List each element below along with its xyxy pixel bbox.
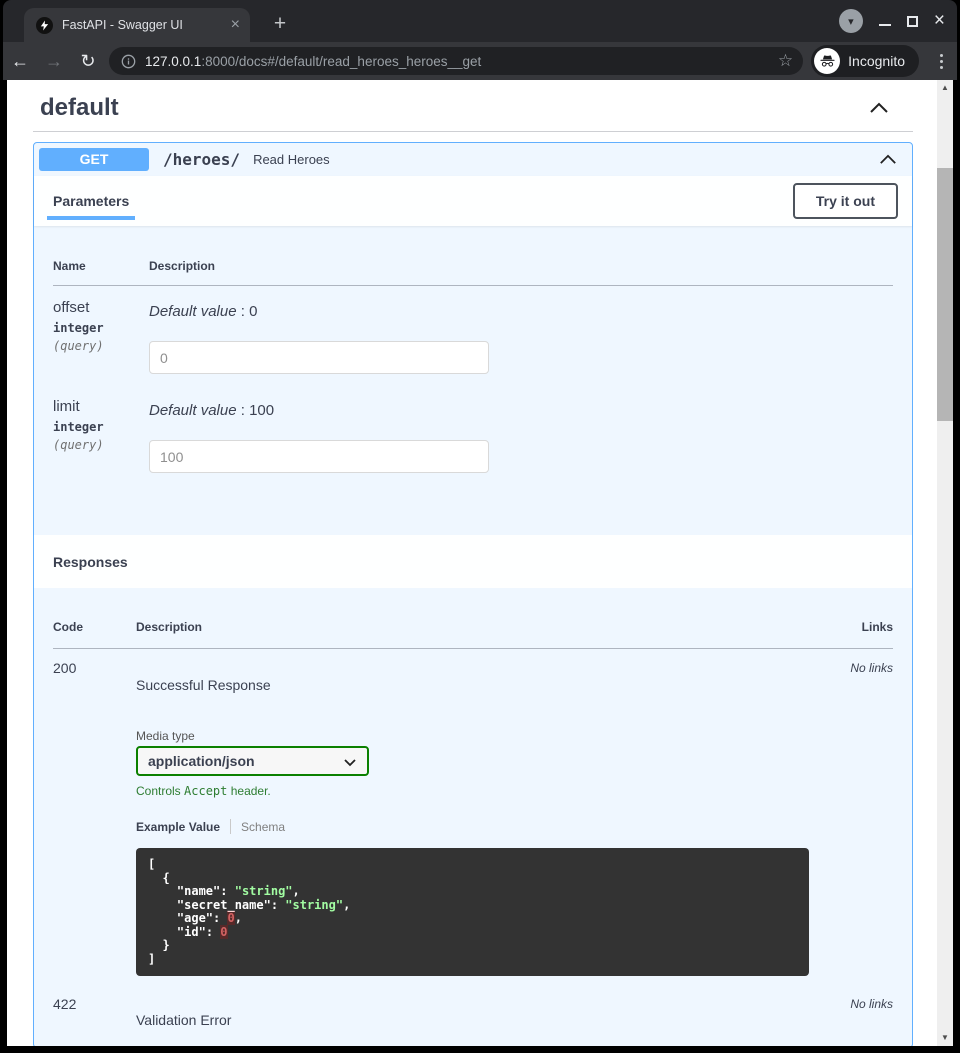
- site-info-icon[interactable]: [121, 54, 136, 69]
- param-location: (query): [53, 438, 149, 452]
- param-default: Default value : 0: [149, 303, 893, 320]
- url-host: 127.0.0.1: [145, 54, 201, 69]
- window-close-icon[interactable]: ×: [934, 12, 945, 30]
- page-viewport: ▲ ▼ default GET /heroes/ Read Heroes: [7, 80, 953, 1046]
- responses-table-area: Code Description Links 200 Successful Re…: [34, 588, 912, 1028]
- scrollbar-up-icon[interactable]: ▲: [937, 80, 953, 96]
- browser-menu-icon[interactable]: [929, 54, 953, 69]
- column-header-description: Description: [136, 620, 837, 649]
- tag-section-header[interactable]: default: [33, 80, 913, 132]
- tab-strip: FastAPI - Swagger UI × + ▾ ×: [3, 0, 957, 42]
- operation-summary[interactable]: GET /heroes/ Read Heroes: [34, 143, 912, 176]
- param-default: Default value : 100: [149, 402, 893, 419]
- http-method-badge: GET: [39, 148, 149, 171]
- tag-title: default: [40, 94, 119, 122]
- response-links: No links: [837, 649, 893, 977]
- response-code: 200: [53, 649, 136, 977]
- param-name: limit: [53, 398, 149, 415]
- column-header-code: Code: [53, 620, 136, 649]
- responses-header: Responses: [34, 535, 912, 588]
- response-links: No links: [837, 976, 893, 1028]
- endpoint-summary: Read Heroes: [253, 152, 330, 167]
- vertical-scrollbar[interactable]: ▲ ▼: [937, 80, 953, 1046]
- bookmark-star-icon[interactable]: ☆: [778, 51, 793, 71]
- browser-toolbar: ← → ↻ 127.0.0.1:8000/docs#/default/read_…: [3, 42, 957, 80]
- param-type: integer: [53, 420, 149, 434]
- response-row-422: 422 Validation Error No links: [53, 976, 893, 1028]
- browser-tab[interactable]: FastAPI - Swagger UI ×: [24, 8, 250, 42]
- fastapi-favicon-icon: [36, 17, 53, 34]
- operation-block: GET /heroes/ Read Heroes Parameters Try …: [33, 142, 913, 1046]
- incognito-icon: [814, 48, 840, 74]
- endpoint-path: /heroes/: [163, 150, 240, 169]
- try-it-out-button[interactable]: Try it out: [793, 183, 898, 219]
- example-code-block: [ { "name": "string", "secret_name": "st…: [136, 848, 809, 976]
- browser-window: FastAPI - Swagger UI × + ▾ × ← → ↻ 127.0…: [0, 0, 960, 1053]
- param-location: (query): [53, 339, 149, 353]
- media-type-hint: Controls Accept header.: [136, 784, 837, 798]
- chrome-caret-button[interactable]: ▾: [839, 9, 863, 33]
- response-description: Successful Response: [136, 649, 837, 693]
- responses-title: Responses: [53, 554, 128, 570]
- tab-schema[interactable]: Schema: [241, 820, 285, 834]
- collapse-operation-icon[interactable]: [879, 154, 897, 165]
- new-tab-button[interactable]: +: [266, 11, 294, 39]
- forward-icon[interactable]: →: [37, 51, 71, 72]
- parameters-header: Parameters Try it out: [34, 176, 912, 226]
- back-icon[interactable]: ←: [3, 51, 37, 72]
- maximize-icon[interactable]: [907, 16, 918, 27]
- parameter-row-limit: limit integer (query) Default value : 10…: [53, 374, 893, 473]
- tab-parameters: Parameters: [53, 193, 129, 209]
- media-type-value: application/json: [148, 753, 255, 769]
- collapse-section-icon[interactable]: [869, 102, 889, 114]
- url-path: :8000/docs#/default/read_heroes_heroes__…: [201, 54, 481, 69]
- chevron-down-icon: [343, 754, 357, 772]
- param-type: integer: [53, 321, 149, 335]
- parameters-table-area: Name Description offset integer (query): [34, 226, 912, 535]
- param-offset-input[interactable]: [149, 341, 489, 374]
- scrollbar-down-icon[interactable]: ▼: [937, 1030, 953, 1046]
- tab-title: FastAPI - Swagger UI: [62, 18, 225, 32]
- scrollbar-thumb[interactable]: [937, 168, 953, 421]
- incognito-label: Incognito: [848, 53, 905, 69]
- response-description: Validation Error: [136, 996, 837, 1028]
- reload-icon[interactable]: ↻: [71, 51, 105, 72]
- response-code: 422: [53, 976, 136, 1028]
- column-header-description: Description: [149, 259, 893, 286]
- minimize-icon[interactable]: [879, 24, 891, 26]
- tab-close-icon[interactable]: ×: [231, 17, 240, 33]
- url-text[interactable]: 127.0.0.1:8000/docs#/default/read_heroes…: [145, 54, 770, 69]
- param-limit-input[interactable]: [149, 440, 489, 473]
- column-header-name: Name: [53, 259, 149, 286]
- incognito-badge: Incognito: [811, 45, 919, 77]
- address-bar[interactable]: 127.0.0.1:8000/docs#/default/read_heroes…: [109, 47, 803, 75]
- tab-example-value[interactable]: Example Value: [136, 820, 220, 834]
- param-name: offset: [53, 299, 149, 316]
- swagger-page: default GET /heroes/ Read Heroes Paramet…: [33, 80, 913, 1046]
- media-type-select[interactable]: application/json: [136, 746, 369, 776]
- tab-separator: [230, 819, 231, 834]
- response-row-200: 200 Successful Response Media type appli…: [53, 649, 893, 977]
- model-example-tabs: Example Value Schema: [136, 819, 837, 834]
- parameter-row-offset: offset integer (query) Default value : 0: [53, 286, 893, 375]
- media-type-label: Media type: [136, 729, 837, 743]
- column-header-links: Links: [837, 620, 893, 649]
- media-type-block: Media type application/json Controls Acc…: [136, 729, 837, 798]
